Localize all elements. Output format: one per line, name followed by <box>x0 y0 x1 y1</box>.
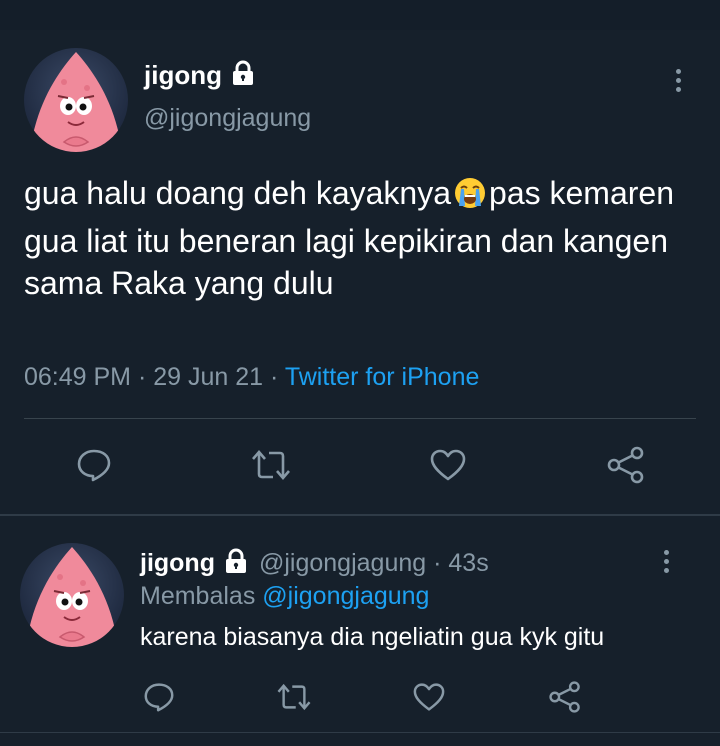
reply-icon[interactable] <box>74 448 114 482</box>
reply-handle-time: @jigongjagung · 43s <box>259 549 489 578</box>
retweet-icon[interactable] <box>274 682 314 712</box>
replying-to: Membalas @jigongjagung <box>140 582 429 611</box>
lock-icon <box>230 60 256 91</box>
top-strip <box>0 0 720 30</box>
reply-icon[interactable] <box>142 682 176 712</box>
reply-author-name[interactable]: jigong <box>140 549 215 578</box>
lock-icon <box>223 548 249 579</box>
reply-text: karena biasanya dia ngeliatin gua kyk gi… <box>140 623 605 651</box>
reply-avatar[interactable] <box>20 543 124 647</box>
share-icon[interactable] <box>606 446 646 484</box>
replying-label: Membalas <box>140 582 256 610</box>
like-icon[interactable] <box>412 682 446 712</box>
more-icon[interactable] <box>673 69 683 96</box>
reply-time-ago: 43s <box>448 549 489 577</box>
author-row: jigong <box>144 60 256 91</box>
meta-separator: · <box>137 363 147 391</box>
tweet-time: 06:49 PM <box>24 363 132 391</box>
tweet-meta: 06:49 PM · 29 Jun 21 · Twitter for iPhon… <box>24 363 479 392</box>
main-tweet[interactable]: jigong @jigongjagung gua halu doang deh … <box>0 30 720 514</box>
tweet-source-link[interactable]: Twitter for iPhone <box>285 363 480 391</box>
loudly-crying-face-icon <box>453 176 487 220</box>
share-icon[interactable] <box>548 680 582 714</box>
like-icon[interactable] <box>428 448 468 482</box>
reply-author-row: jigong @jigongjagung · 43s <box>140 548 489 579</box>
divider <box>24 418 696 419</box>
tweet-text-part1: gua halu doang deh kayaknya <box>24 175 452 211</box>
reply-author-handle[interactable]: @jigongjagung <box>259 549 426 577</box>
author-name[interactable]: jigong <box>144 60 222 91</box>
author-handle[interactable]: @jigongjagung <box>144 104 311 133</box>
avatar[interactable] <box>24 48 128 152</box>
retweet-icon[interactable] <box>248 448 294 482</box>
replying-mention-link[interactable]: @jigongjagung <box>262 582 429 610</box>
divider <box>0 732 720 733</box>
tweet-date: 29 Jun 21 <box>153 363 264 391</box>
meta-separator: · <box>433 549 442 577</box>
section-divider <box>0 514 720 516</box>
more-icon[interactable] <box>661 550 671 577</box>
tweet-text: gua halu doang deh kayaknya pas kemaren … <box>24 172 684 304</box>
meta-separator: · <box>270 363 279 391</box>
